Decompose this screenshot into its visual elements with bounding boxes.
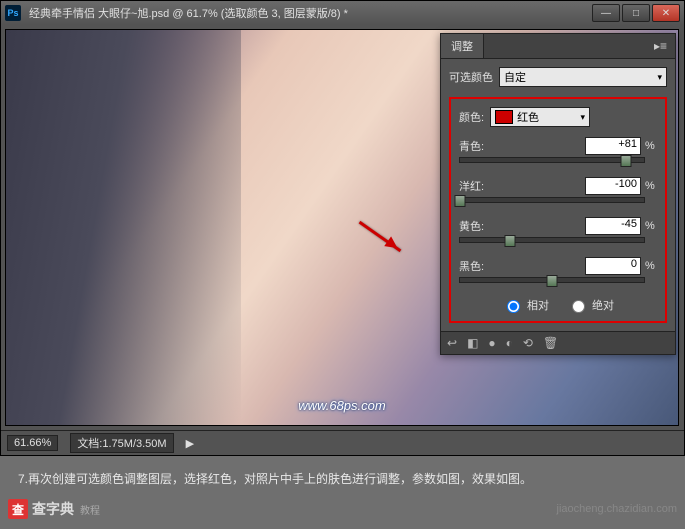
preset-row: 可选颜色 自定 ▾ <box>449 67 667 87</box>
yellow-track[interactable] <box>459 237 645 243</box>
black-input[interactable]: 0 <box>585 257 641 275</box>
logo-sub: 教程 <box>80 502 100 517</box>
statusbar-arrow-icon[interactable]: ▶ <box>186 437 194 450</box>
photoshop-icon: Ps <box>5 5 21 21</box>
percent-label: % <box>645 260 657 272</box>
annotation-arrow <box>359 221 402 252</box>
radio-relative[interactable]: 相对 <box>502 297 549 313</box>
radio-absolute-input[interactable] <box>572 300 585 313</box>
yellow-input[interactable]: -45 <box>585 217 641 235</box>
slider-thumb[interactable] <box>455 195 466 207</box>
minimize-button[interactable]: — <box>592 4 620 22</box>
app-window: Ps 经典牵手情侣 大眼仔~旭.psd @ 61.7% (选取颜色 3, 图层蒙… <box>0 0 685 456</box>
radio-relative-input[interactable] <box>507 300 520 313</box>
magenta-label: 洋红: <box>459 178 484 194</box>
window-buttons: — □ ✕ <box>592 4 680 22</box>
color-value: 红色 <box>517 109 539 125</box>
canvas-area: www.68ps.com 调整 ▸≡ 可选颜色 自定 ▾ 颜色: <box>1 25 684 430</box>
site-logo: 查 查字典 教程 <box>8 499 100 519</box>
watermark: www.68ps.com <box>298 398 385 413</box>
magenta-input[interactable]: -100 <box>585 177 641 195</box>
panel-menu-icon[interactable]: ▸≡ <box>646 35 675 57</box>
black-slider: 黑色: 0 % <box>459 257 657 283</box>
adjustments-panel: 调整 ▸≡ 可选颜色 自定 ▾ 颜色: <box>440 33 676 355</box>
radio-absolute-label: 绝对 <box>592 297 614 313</box>
percent-label: % <box>645 140 657 152</box>
magenta-slider: 洋红: -100 % <box>459 177 657 203</box>
black-track[interactable] <box>459 277 645 283</box>
reset-icon[interactable]: ⟲ <box>523 336 533 350</box>
maximize-button[interactable]: □ <box>622 4 650 22</box>
cyan-input[interactable]: +81 <box>585 137 641 155</box>
footer-url: jiaocheng.chazidian.com <box>557 503 677 515</box>
return-icon[interactable]: ↩ <box>447 336 457 350</box>
window-title: 经典牵手情侣 大眼仔~旭.psd @ 61.7% (选取颜色 3, 图层蒙版/8… <box>29 5 592 21</box>
preset-dropdown[interactable]: 自定 ▾ <box>499 67 667 87</box>
magenta-track[interactable] <box>459 197 645 203</box>
color-label: 颜色: <box>459 109 484 125</box>
cyan-label: 青色: <box>459 138 484 154</box>
visibility-icon[interactable]: ● <box>488 336 495 350</box>
previous-icon[interactable]: ◐ <box>506 336 513 350</box>
color-swatch <box>495 110 513 124</box>
method-radios: 相对 绝对 <box>459 297 657 313</box>
color-dropdown[interactable]: 红色 ▾ <box>490 107 590 127</box>
yellow-slider: 黄色: -45 % <box>459 217 657 243</box>
statusbar: 61.66% 文档:1.75M/3.50M ▶ <box>1 430 684 455</box>
tab-adjustments[interactable]: 调整 <box>441 34 484 58</box>
cyan-slider: 青色: +81 % <box>459 137 657 163</box>
preset-value: 自定 <box>504 69 526 85</box>
doc-info[interactable]: 文档:1.75M/3.50M <box>70 433 173 453</box>
percent-label: % <box>645 180 657 192</box>
slider-thumb[interactable] <box>504 235 515 247</box>
logo-text: 查字典 <box>32 499 74 519</box>
black-label: 黑色: <box>459 258 484 274</box>
page-footer: 查 查字典 教程 jiaocheng.chazidian.com <box>0 493 685 529</box>
trash-icon[interactable]: 🗑 <box>543 336 558 350</box>
yellow-label: 黄色: <box>459 218 484 234</box>
zoom-level[interactable]: 61.66% <box>7 435 58 451</box>
radio-absolute[interactable]: 绝对 <box>567 297 614 313</box>
slider-thumb[interactable] <box>547 275 558 287</box>
caption-text: 7.再次创建可选颜色调整图层，选择红色，对照片中手上的肤色进行调整，参数如图，效… <box>0 456 685 493</box>
panel-body: 可选颜色 自定 ▾ 颜色: 红色 ▾ <box>441 59 675 331</box>
logo-mark: 查 <box>8 499 28 519</box>
percent-label: % <box>645 220 657 232</box>
chevron-down-icon: ▾ <box>581 112 586 123</box>
color-row: 颜色: 红色 ▾ <box>459 107 657 127</box>
clip-icon[interactable]: ◧ <box>467 336 478 350</box>
close-button[interactable]: ✕ <box>652 4 680 22</box>
panel-footer: ↩ ◧ ● ◐ ⟲ 🗑 <box>441 331 675 354</box>
panel-tabs: 调整 ▸≡ <box>441 34 675 59</box>
highlight-box: 颜色: 红色 ▾ 青色: +81 <box>449 97 667 323</box>
titlebar: Ps 经典牵手情侣 大眼仔~旭.psd @ 61.7% (选取颜色 3, 图层蒙… <box>1 1 684 25</box>
slider-thumb[interactable] <box>620 155 631 167</box>
radio-relative-label: 相对 <box>527 297 549 313</box>
cyan-track[interactable] <box>459 157 645 163</box>
chevron-down-icon: ▾ <box>657 72 662 83</box>
preset-label: 可选颜色 <box>449 69 493 85</box>
